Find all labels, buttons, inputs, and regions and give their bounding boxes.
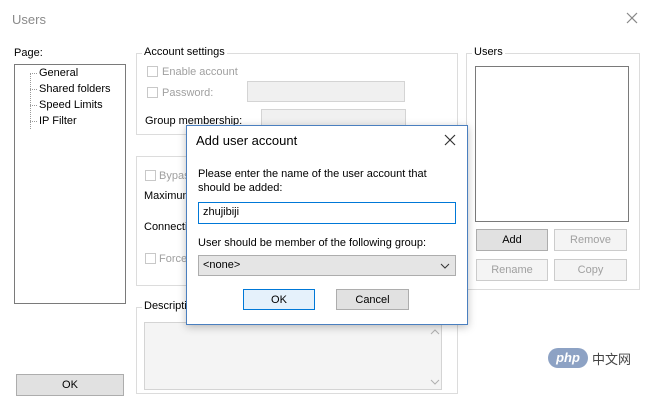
scroll-up-icon[interactable]: [430, 328, 440, 336]
users-listbox[interactable]: [475, 66, 629, 222]
group-select-value: <none>: [203, 259, 241, 271]
tree-item-shared-folders[interactable]: Shared folders: [39, 83, 111, 95]
main-ok-button[interactable]: OK: [16, 374, 124, 396]
account-settings-label: Account settings: [142, 46, 227, 58]
tree-item-general[interactable]: General: [39, 67, 78, 79]
tree-connector: [30, 121, 37, 122]
group-prompt: User should be member of the following g…: [198, 237, 427, 249]
scroll-down-icon[interactable]: [430, 378, 440, 386]
tree-item-speed-limits[interactable]: Speed Limits: [39, 99, 103, 111]
dialog-title: Add user account: [196, 133, 298, 148]
page-tree[interactable]: General Shared folders Speed Limits IP F…: [14, 64, 126, 304]
dialog-cancel-button[interactable]: Cancel: [336, 289, 409, 310]
force-label: Force: [159, 253, 188, 265]
password-checkbox[interactable]: [147, 87, 158, 98]
dialog-ok-button[interactable]: OK: [243, 289, 315, 310]
watermark-text: 中文网: [592, 352, 632, 367]
description-textarea[interactable]: [144, 322, 442, 390]
password-label: Password:: [162, 87, 214, 99]
window-close-icon[interactable]: [624, 10, 640, 26]
connections-label: Connecti: [144, 221, 188, 233]
tree-connector: [30, 73, 37, 74]
users-label: Users: [472, 46, 505, 58]
force-checkbox[interactable]: [145, 253, 156, 264]
username-input[interactable]: zhujibiji: [198, 202, 456, 224]
password-field[interactable]: [247, 81, 405, 102]
add-user-dialog: Add user account Please enter the name o…: [186, 125, 468, 325]
dialog-close-icon[interactable]: [443, 133, 457, 147]
remove-user-button[interactable]: Remove: [554, 229, 627, 251]
rename-user-button[interactable]: Rename: [476, 259, 548, 281]
add-user-button[interactable]: Add: [476, 229, 548, 251]
watermark-logo: php: [548, 348, 588, 368]
chevron-down-icon: [440, 263, 450, 269]
group-select[interactable]: <none>: [198, 255, 456, 276]
tree-item-ip-filter[interactable]: IP Filter: [39, 115, 77, 127]
bypass-label: Bypas: [159, 170, 190, 182]
tree-connector: [30, 89, 37, 90]
tree-connector: [30, 105, 37, 106]
enable-account-label: Enable account: [162, 66, 238, 78]
enable-account-checkbox[interactable]: [147, 66, 158, 77]
bypass-checkbox[interactable]: [145, 170, 156, 181]
window-title: Users: [12, 12, 46, 27]
maximum-label: Maximum: [144, 190, 192, 202]
page-label: Page:: [14, 47, 43, 59]
copy-user-button[interactable]: Copy: [554, 259, 627, 281]
dialog-prompt: Please enter the name of the user accoun…: [198, 168, 427, 194]
